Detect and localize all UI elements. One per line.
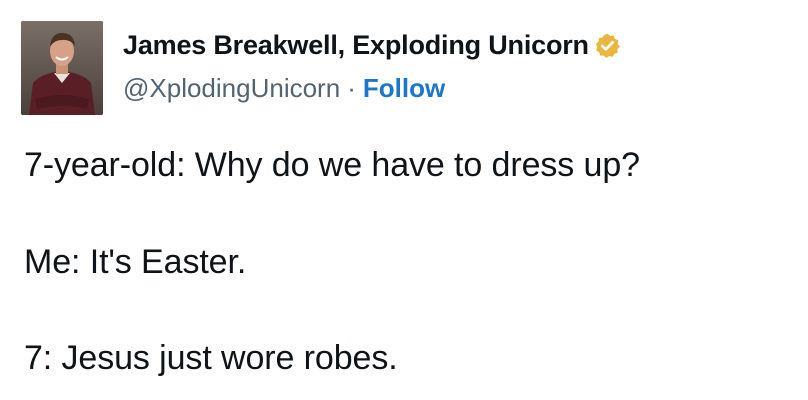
verified-badge-icon xyxy=(594,32,621,59)
follow-link[interactable]: Follow xyxy=(363,73,445,104)
author-name-row: James Breakwell, Exploding Unicorn xyxy=(123,27,621,63)
avatar[interactable] xyxy=(21,21,103,115)
author-handle[interactable]: @XplodingUnicorn xyxy=(123,73,340,104)
author-handle-row: @XplodingUnicorn · Follow xyxy=(123,70,445,106)
tweet-text-line-2: Me: It's Easter. xyxy=(24,243,247,281)
author-display-name[interactable]: James Breakwell, Exploding Unicorn xyxy=(123,30,589,61)
tweet-card: James Breakwell, Exploding Unicorn @Xplo… xyxy=(0,0,808,400)
tweet-text-line-1: 7-year-old: Why do we have to dress up? xyxy=(24,146,640,184)
separator-dot: · xyxy=(347,72,356,103)
tweet-text-line-3: 7: Jesus just wore robes. xyxy=(24,339,398,377)
